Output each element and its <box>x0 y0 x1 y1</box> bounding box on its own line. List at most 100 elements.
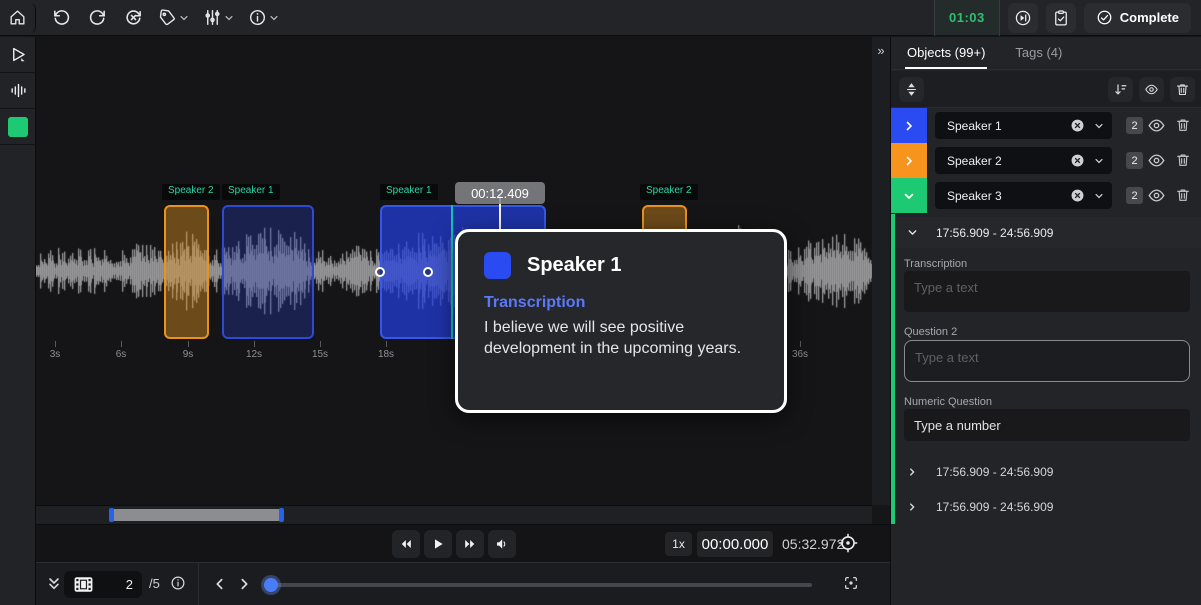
region-boundary-line[interactable] <box>451 205 453 339</box>
toggle-visibility-button[interactable] <box>1147 186 1166 205</box>
rewind-button[interactable] <box>392 530 420 558</box>
tick-label: 15s <box>312 349 328 360</box>
delete-object-button[interactable] <box>1175 152 1191 168</box>
panel-gutter: » <box>872 37 890 505</box>
frame-number-value: 2 <box>126 577 133 592</box>
collapse-speaker3-button[interactable] <box>891 178 927 213</box>
scrollbar-right-handle[interactable] <box>279 508 284 522</box>
home-button[interactable] <box>0 3 36 33</box>
volume-button[interactable] <box>488 530 516 558</box>
skip-button[interactable] <box>1008 3 1038 33</box>
eye-icon <box>1144 82 1159 97</box>
waveform-icon <box>9 81 28 100</box>
field-label: Numeric Question <box>904 396 992 408</box>
eye-icon <box>1147 116 1166 135</box>
question2-textarea[interactable] <box>904 340 1190 382</box>
settings-gear-icon <box>837 532 859 554</box>
tab-objects[interactable]: Objects (99+) <box>905 37 987 69</box>
numeric-question-input[interactable] <box>904 409 1190 441</box>
expand-collapse-icon <box>904 82 919 97</box>
clear-class-icon[interactable] <box>1070 188 1085 203</box>
collapsed-instance-row[interactable]: 17:56.909 - 24:56.909 <box>895 493 1201 520</box>
playback-tool-button[interactable] <box>0 37 36 73</box>
waveform-canvas-area[interactable]: Speaker 2 Speaker 1 Speaker 1 Speaker 2 … <box>36 37 872 505</box>
active-label-tool-button[interactable] <box>0 109 36 145</box>
attributes-menu-button[interactable] <box>199 3 238 33</box>
play-next-icon <box>1014 9 1032 27</box>
complete-button[interactable]: Complete <box>1084 3 1191 33</box>
region-resize-handle[interactable] <box>375 267 385 277</box>
speaker3-class-selector[interactable]: Speaker 3 <box>935 182 1112 209</box>
tick-label: 12s <box>246 349 262 360</box>
playback-settings-button[interactable] <box>837 532 861 556</box>
tick-label: 36s <box>792 349 808 360</box>
speaker2-class-selector[interactable]: Speaker 2 <box>935 147 1112 174</box>
scrollbar-thumb[interactable] <box>111 509 282 521</box>
tag-menu-button[interactable] <box>154 3 193 33</box>
chevron-down-icon <box>907 227 918 238</box>
playback-speed-button[interactable]: 1x <box>665 532 692 556</box>
next-frame-button[interactable] <box>236 576 252 597</box>
chevron-right-icon <box>903 120 915 132</box>
toggle-all-visibility-button[interactable] <box>1139 77 1164 102</box>
tick-label: 18s <box>378 349 394 360</box>
zoom-slider-thumb[interactable] <box>264 578 278 592</box>
issues-button[interactable] <box>1046 3 1076 33</box>
toggle-visibility-button[interactable] <box>1147 116 1166 135</box>
tick-label: 6s <box>116 349 127 360</box>
collapse-rows-button[interactable] <box>46 576 62 597</box>
volume-icon <box>494 536 510 552</box>
tab-tags[interactable]: Tags (4) <box>1013 37 1064 69</box>
eye-icon <box>1147 186 1166 205</box>
focus-playhead-button[interactable] <box>843 575 859 596</box>
instance-count-badge: 2 <box>1126 117 1143 134</box>
chevron-right-icon <box>907 502 917 512</box>
zoom-slider[interactable] <box>266 583 812 587</box>
sort-descending-icon <box>1113 82 1128 97</box>
delete-object-button[interactable] <box>1175 187 1191 203</box>
expand-speaker2-button[interactable] <box>891 143 927 178</box>
region-speaker1-a[interactable] <box>222 205 314 339</box>
collapse-panel-button[interactable]: » <box>873 43 889 61</box>
sort-objects-button[interactable] <box>1108 77 1133 102</box>
clear-class-icon[interactable] <box>1070 118 1085 133</box>
object-name: Speaker 2 <box>947 154 1002 168</box>
undo-button[interactable] <box>46 3 76 33</box>
chevron-down-icon <box>224 13 234 23</box>
info-menu-button[interactable] <box>244 3 283 33</box>
speaker1-class-selector[interactable]: Speaker 1 <box>935 112 1112 139</box>
focus-icon <box>843 575 859 591</box>
clipboard-check-icon <box>1052 9 1070 27</box>
cursor-play-icon <box>9 45 28 64</box>
reset-annotations-button[interactable] <box>118 3 148 33</box>
region-speaker2-a[interactable] <box>164 205 209 339</box>
transport-bar: 1x 00:00.000 05:32.972 <box>36 524 890 562</box>
delete-object-button[interactable] <box>1175 117 1191 133</box>
frame-total: /5 <box>149 576 160 591</box>
clear-class-icon[interactable] <box>1070 153 1085 168</box>
annotation-tooltip-card: Speaker 1 Transcription I believe we wil… <box>455 229 787 413</box>
instance-header[interactable]: 17:56.909 - 24:56.909 <box>895 217 1201 248</box>
collapsed-instance-row[interactable]: 17:56.909 - 24:56.909 <box>895 458 1201 485</box>
frame-number-input[interactable]: 2 <box>64 571 142 598</box>
waveform-tool-button[interactable] <box>0 73 36 109</box>
region-resize-handle[interactable] <box>423 267 433 277</box>
tag-icon <box>158 8 177 27</box>
toggle-visibility-button[interactable] <box>1147 151 1166 170</box>
session-timer: 01:03 <box>934 0 1000 36</box>
delete-all-button[interactable] <box>1170 77 1195 102</box>
fast-forward-button[interactable] <box>456 530 484 558</box>
trash-icon <box>1175 117 1191 133</box>
scrollbar-left-handle[interactable] <box>109 508 114 522</box>
expand-collapse-all-button[interactable] <box>899 77 924 102</box>
frame-info-button[interactable] <box>170 575 186 596</box>
play-button[interactable] <box>424 530 452 558</box>
transcription-textarea[interactable] <box>904 271 1190 312</box>
previous-frame-button[interactable] <box>212 576 228 597</box>
timeline-scrollbar[interactable] <box>36 505 872 524</box>
current-time-display[interactable]: 00:00.000 <box>697 531 773 557</box>
field-label: Question 2 <box>904 326 957 338</box>
object-row-speaker1: Speaker 1 2 <box>891 108 1201 143</box>
expand-speaker1-button[interactable] <box>891 108 927 143</box>
redo-button[interactable] <box>82 3 112 33</box>
